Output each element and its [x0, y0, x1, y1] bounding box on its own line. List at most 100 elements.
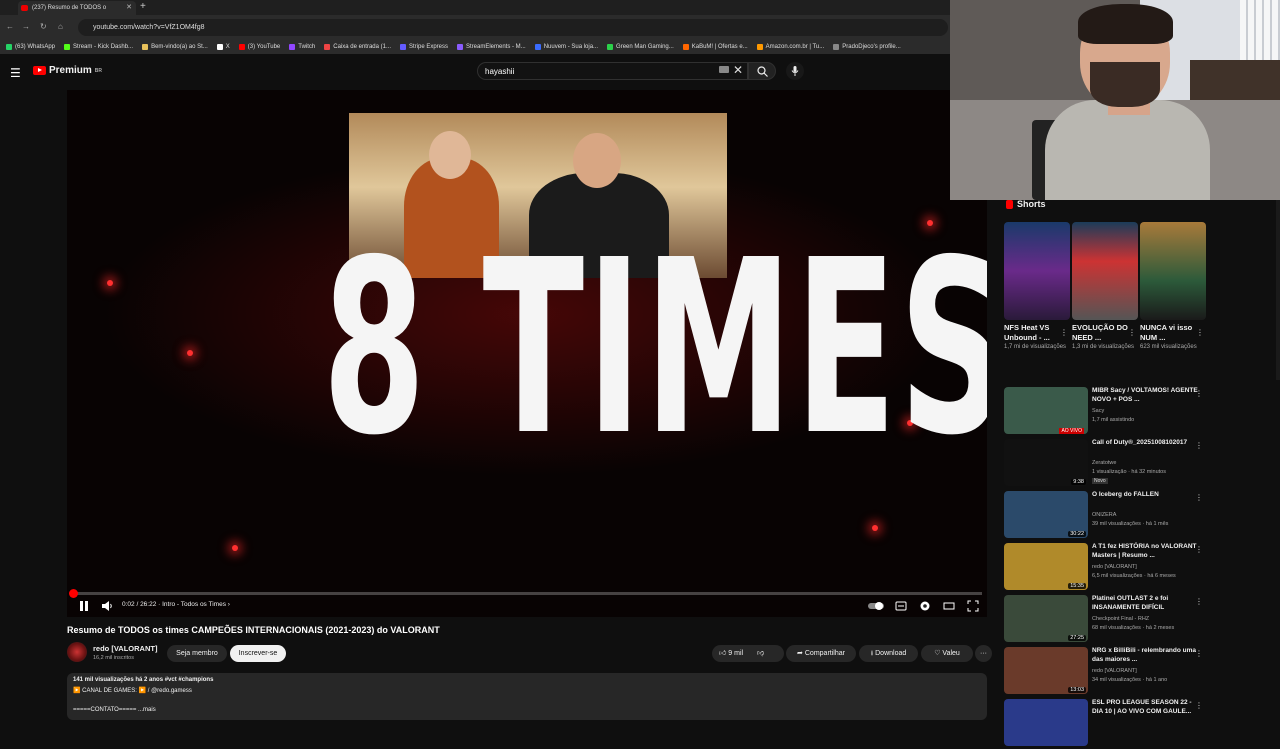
like-dislike-button[interactable]: 👍︎ 9 mil 👎︎ — [712, 645, 784, 662]
short-thumbnail[interactable] — [1140, 222, 1206, 320]
bookmark-item[interactable]: Twitch — [289, 44, 315, 50]
download-button[interactable]: ⭳ Download — [859, 645, 918, 662]
video-title[interactable]: ESL PRO LEAGUE SEASON 22 - DIA 10 | AO V… — [1092, 699, 1198, 716]
channel-name[interactable]: Sacy — [1092, 408, 1104, 414]
thanks-button[interactable]: ♡ Valeu — [921, 645, 973, 662]
channel-avatar[interactable] — [67, 642, 87, 662]
channel-name[interactable]: redo [VALORANT] — [1092, 668, 1137, 674]
recommended-video[interactable]: 27:25 Platinei OUTLAST 2 e foi INSANAMENT… — [1004, 595, 1209, 645]
more-actions-button[interactable]: ··· — [975, 645, 992, 662]
clear-search-icon[interactable]: ✕ — [733, 63, 743, 77]
search-button[interactable] — [748, 62, 776, 80]
address-bar-row: ← → ↻ ⌂ youtube.com/watch?v=VfZ1OM4fg8 — [0, 15, 950, 40]
progress-bar[interactable] — [69, 589, 982, 598]
bookmark-item[interactable]: (3) YouTube — [238, 44, 280, 50]
more-vert-icon[interactable]: ⋮ — [1128, 328, 1136, 337]
bookmark-item[interactable]: KaBuM! | Ofertas e... — [682, 44, 748, 50]
theater-mode-icon[interactable] — [943, 600, 955, 612]
recommended-video[interactable]: 30:22 O Iceberg do FALLEN ONIZERA 39 mil vi… — [1004, 491, 1209, 541]
more-vert-icon[interactable]: ⋮ — [1195, 701, 1203, 710]
fullscreen-icon[interactable] — [967, 600, 979, 612]
short-title[interactable]: NFS Heat VS Unbound - ... — [1004, 323, 1060, 343]
video-title[interactable]: Call of Duty®_20251008102017 — [1092, 439, 1198, 448]
bookmark-item[interactable]: Amazon.com.br | Tu... — [756, 44, 824, 50]
bookmarks-bar: (63) WhatsApp Stream - Kick Dashb... Bem-v… — [0, 40, 950, 54]
short-title[interactable]: EVOLUÇÃO DO NEED ... — [1072, 323, 1128, 343]
volume-icon[interactable] — [101, 600, 113, 612]
bookmark-item[interactable]: StreamElements - M... — [457, 44, 526, 50]
reload-icon[interactable]: ↻ — [40, 22, 47, 31]
recommended-video[interactable]: 9:38 Call of Duty®_20251008102017 Zeratotw… — [1004, 439, 1209, 489]
channel-name[interactable]: ONIZERA — [1092, 512, 1116, 518]
short-title[interactable]: NUNCA vi isso NUM ... — [1140, 323, 1196, 343]
new-tab-icon[interactable]: + — [140, 1, 146, 12]
share-button[interactable]: ➦ Compartilhar — [786, 645, 856, 662]
more-vert-icon[interactable]: ⋮ — [1195, 545, 1203, 554]
video-title[interactable]: NRG x BilliBili - relembrando uma das ma… — [1092, 647, 1198, 664]
channel-name[interactable]: Checkpoint Final - RHZ — [1092, 616, 1149, 622]
video-player[interactable]: 8 TIMES — [67, 90, 987, 617]
short-card[interactable]: NFS Heat VS Unbound - ... 1,7 mi de visua… — [1004, 222, 1070, 351]
video-title[interactable]: A T1 fez HISTÓRIA no VALORANT Masters | … — [1092, 543, 1198, 560]
back-icon[interactable]: ← — [6, 22, 14, 31]
url-field[interactable]: youtube.com/watch?v=VfZ1OM4fg8 — [78, 19, 948, 36]
channel-name[interactable]: redo [VALORANT] — [1092, 564, 1137, 570]
more-vert-icon[interactable]: ⋮ — [1196, 328, 1204, 337]
pause-icon[interactable] — [79, 600, 89, 612]
bookmark-item[interactable]: Bem-vindo(a) ao St... — [142, 44, 208, 50]
more-vert-icon[interactable]: ⋮ — [1195, 441, 1203, 450]
forward-icon[interactable]: → — [22, 22, 30, 31]
short-thumbnail[interactable] — [1004, 222, 1070, 320]
bookmark-item[interactable]: Stream - Kick Dashb... — [64, 44, 133, 50]
settings-gear-icon[interactable] — [919, 600, 931, 612]
recommended-video[interactable]: ESL PRO LEAGUE SEASON 22 - DIA 10 | AO V… — [1004, 699, 1209, 749]
more-vert-icon[interactable]: ⋮ — [1195, 493, 1203, 502]
video-thumbnail[interactable] — [1004, 387, 1088, 434]
video-title[interactable]: MIBR Sacy / VOLTAMOS! AGENTE NOVO + POS … — [1092, 387, 1198, 404]
bookmark-item[interactable]: Green Man Gaming... — [607, 44, 674, 50]
close-tab-icon[interactable]: ✕ — [126, 1, 132, 15]
home-icon[interactable]: ⌂ — [58, 22, 63, 31]
channel-name[interactable]: redo [VALORANT] — [93, 644, 157, 653]
search-input[interactable]: hayashii — [477, 62, 748, 80]
recommended-video[interactable]: AO VIVO MIBR Sacy / VOLTAMOS! AGENTE NOVO… — [1004, 387, 1209, 437]
subscribe-button[interactable]: Inscrever-se — [230, 645, 286, 662]
video-title[interactable]: O Iceberg do FALLEN — [1092, 491, 1198, 500]
keyboard-icon[interactable] — [719, 66, 729, 73]
logo-text: Premium — [49, 65, 92, 76]
thumbs-up-icon[interactable]: 👍︎ — [719, 650, 726, 657]
bookmark-item[interactable]: Stripe Express — [399, 44, 448, 50]
chapter-text[interactable]: Intro - Todos os Times — [162, 601, 226, 608]
thumbs-down-icon[interactable]: 👎︎ — [757, 650, 764, 657]
recommended-video[interactable]: 13:03 NRG x BilliBili - relembrando uma d… — [1004, 647, 1209, 697]
scrollbar[interactable] — [1276, 200, 1280, 380]
video-title[interactable]: Platinei OUTLAST 2 e foi INSANAMENTE DIF… — [1092, 595, 1198, 612]
subtitles-icon[interactable] — [895, 600, 907, 612]
bookmark-item[interactable]: (63) WhatsApp — [6, 44, 55, 50]
bookmark-item[interactable]: Nuuvem - Sua loja... — [534, 44, 598, 50]
more-vert-icon[interactable]: ⋮ — [1195, 597, 1203, 606]
description-box[interactable]: 141 mil visualizações há 2 anos #vct #ch… — [67, 673, 987, 720]
bookmark-favicon-icon — [64, 44, 71, 50]
video-thumbnail[interactable] — [1004, 699, 1088, 746]
description-more[interactable]: =====CONTATO===== ...mais — [73, 707, 156, 713]
recommended-video[interactable]: 15:35 A T1 fez HISTÓRIA no VALORANT Maste… — [1004, 543, 1209, 593]
share-icon: ➦ — [797, 650, 803, 657]
stage-light — [872, 525, 878, 531]
autoplay-toggle-icon[interactable] — [867, 600, 885, 612]
more-vert-icon[interactable]: ⋮ — [1195, 389, 1203, 398]
bookmark-item[interactable]: Caixa de entrada (1... — [324, 44, 391, 50]
voice-search-button[interactable] — [786, 62, 804, 80]
more-vert-icon[interactable]: ⋮ — [1195, 649, 1203, 658]
short-card[interactable]: NUNCA vi isso NUM ... 623 mil visualizaçõ… — [1140, 222, 1206, 351]
more-vert-icon[interactable]: ⋮ — [1060, 328, 1068, 337]
join-button[interactable]: Seja membro — [167, 645, 227, 662]
short-thumbnail[interactable] — [1072, 222, 1138, 320]
channel-name[interactable]: Zeratotwe — [1092, 460, 1116, 466]
bookmark-item[interactable]: PradoDjeco's profile... — [833, 44, 901, 50]
bookmark-item[interactable]: X — [216, 44, 230, 50]
short-card[interactable]: EVOLUÇÃO DO NEED ... 1,3 mi de visualizaç… — [1072, 222, 1138, 351]
browser-tab[interactable]: (237) Resumo de TODOS o ✕ — [18, 1, 136, 15]
menu-icon[interactable]: ☰ — [10, 66, 21, 80]
youtube-logo[interactable]: Premium BR — [33, 65, 102, 76]
